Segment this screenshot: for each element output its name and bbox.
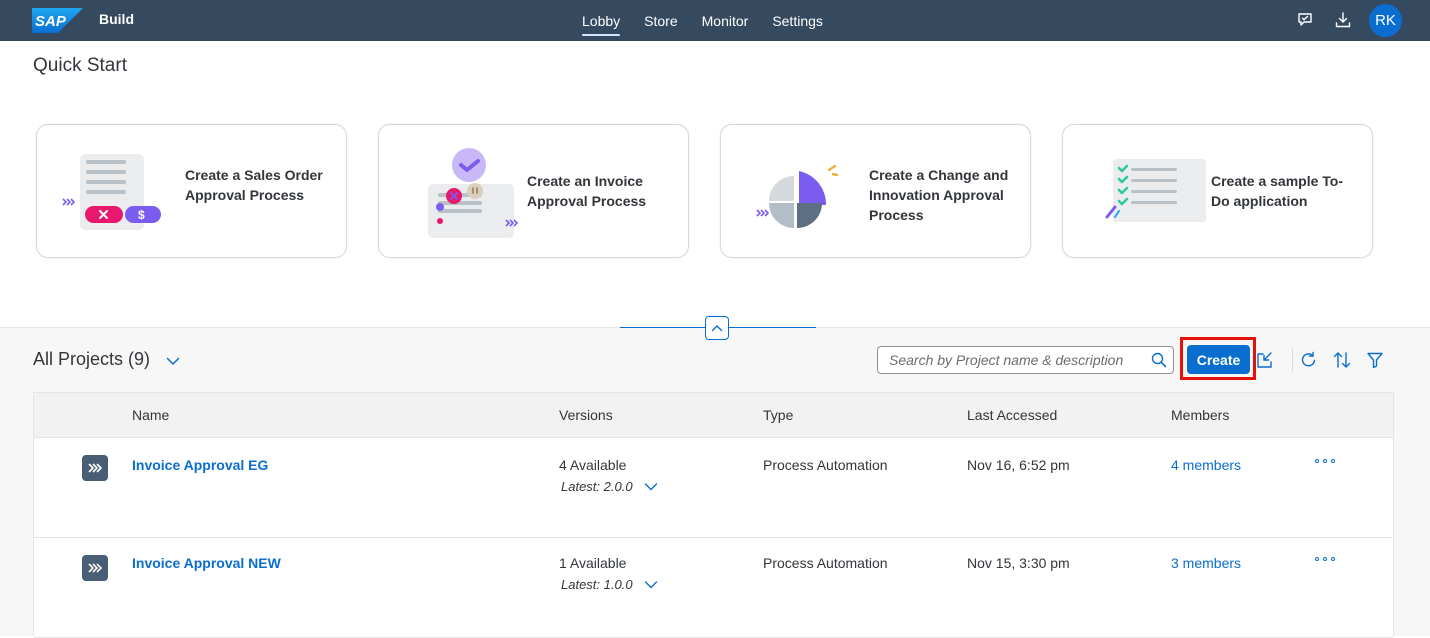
svg-text:SAP: SAP <box>35 13 67 30</box>
more-options-icon[interactable] <box>1315 455 1335 467</box>
more-options-icon[interactable] <box>1315 553 1335 565</box>
search-icon[interactable] <box>1151 352 1167 368</box>
last-accessed: Nov 16, 6:52 pm <box>967 457 1070 473</box>
project-type: Process Automation <box>763 555 888 571</box>
table-row[interactable]: Invoice Approval EG 4 Available Latest: … <box>34 438 1393 538</box>
project-type: Process Automation <box>763 457 888 473</box>
versions-available: 4 Available <box>559 457 627 473</box>
create-button[interactable]: Create <box>1187 345 1250 374</box>
sap-logo[interactable]: SAP <box>32 8 83 33</box>
shell-bar: SAP Build Lobby Store Monitor Settings R… <box>0 0 1430 41</box>
svg-text:$: $ <box>138 208 145 222</box>
latest-version: Latest: 1.0.0 <box>561 577 633 592</box>
user-avatar[interactable]: RK <box>1369 4 1402 37</box>
column-header-name[interactable]: Name <box>132 407 169 423</box>
project-name-link[interactable]: Invoice Approval NEW <box>132 555 281 571</box>
card-label: Create a Change and Innovation Approval … <box>869 167 1009 223</box>
card-label: Create an Invoice Approval Process <box>527 173 647 209</box>
column-header-versions[interactable]: Versions <box>559 407 613 423</box>
invoice-illustration-icon <box>428 148 519 238</box>
chevron-down-icon[interactable] <box>643 479 659 495</box>
todo-illustration-icon <box>1105 159 1206 222</box>
column-header-members[interactable]: Members <box>1171 407 1229 423</box>
refresh-icon[interactable] <box>1298 349 1320 371</box>
sort-icon[interactable] <box>1331 349 1353 371</box>
nav-settings[interactable]: Settings <box>760 0 835 41</box>
process-automation-icon <box>82 555 108 581</box>
download-icon[interactable] <box>1332 9 1354 31</box>
filter-icon[interactable] <box>1364 349 1386 371</box>
import-icon[interactable] <box>1254 349 1276 371</box>
column-header-type[interactable]: Type <box>763 407 793 423</box>
quick-start-card-change-innovation[interactable]: Create a Change and Innovation Approval … <box>720 124 1031 258</box>
feedback-icon[interactable] <box>1294 9 1316 31</box>
all-projects-title[interactable]: All Projects (9) <box>33 349 150 370</box>
quick-start-card-todo[interactable]: Create a sample To-Do application <box>1062 124 1373 258</box>
chevron-down-icon[interactable] <box>643 577 659 593</box>
column-header-last-accessed[interactable]: Last Accessed <box>967 407 1057 423</box>
last-accessed: Nov 15, 3:30 pm <box>967 555 1070 571</box>
project-search[interactable] <box>877 346 1174 374</box>
quick-start-title: Quick Start <box>33 55 127 76</box>
change-innovation-illustration-icon <box>756 164 839 228</box>
toolbar-separator <box>1292 348 1293 372</box>
nav-monitor[interactable]: Monitor <box>690 0 761 41</box>
project-name-link[interactable]: Invoice Approval EG <box>132 457 268 473</box>
process-automation-icon <box>82 455 108 481</box>
members-link[interactable]: 3 members <box>1171 555 1241 571</box>
collapse-quick-start-button[interactable] <box>705 316 729 340</box>
card-label: Create a sample To-Do application <box>1211 173 1344 209</box>
nav-store[interactable]: Store <box>632 0 689 41</box>
card-label: Create a Sales Order Approval Process <box>185 167 323 203</box>
sales-order-illustration-icon: $ <box>62 154 161 230</box>
quick-start-card-invoice[interactable]: Create an Invoice Approval Process <box>378 124 689 258</box>
top-navigation: Lobby Store Monitor Settings <box>570 0 835 41</box>
quick-start-card-sales-order[interactable]: $ Create a Sales Order Approval Process <box>36 124 347 258</box>
product-name: Build <box>99 11 134 27</box>
table-header: Name Versions Type Last Accessed Members <box>34 393 1393 438</box>
members-link[interactable]: 4 members <box>1171 457 1241 473</box>
chevron-down-icon[interactable] <box>164 352 182 370</box>
versions-available: 1 Available <box>559 555 627 571</box>
chevron-up-icon <box>711 325 723 332</box>
table-row[interactable]: Invoice Approval NEW 1 Available Latest:… <box>34 538 1393 638</box>
latest-version: Latest: 2.0.0 <box>561 479 633 494</box>
nav-lobby[interactable]: Lobby <box>570 0 632 41</box>
projects-table: Name Versions Type Last Accessed Members… <box>33 392 1394 638</box>
search-input[interactable] <box>878 347 1148 373</box>
